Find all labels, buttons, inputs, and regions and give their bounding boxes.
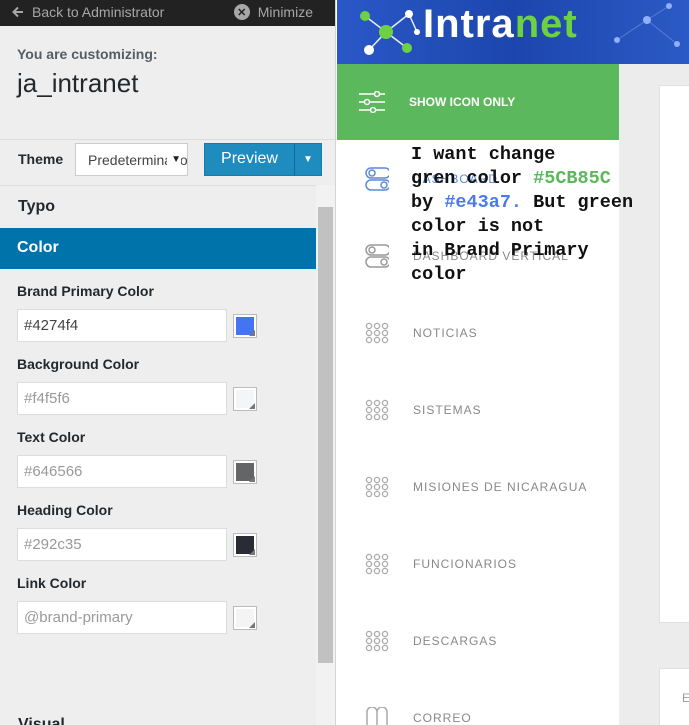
- nav-label: DESCARGAS: [413, 633, 498, 648]
- content-card-bottom: E: [659, 668, 689, 725]
- customizer-sections: Typo Color Brand Primary Color #4274f4 B…: [0, 185, 316, 725]
- minimize-button[interactable]: ✕ Minimize: [233, 4, 313, 20]
- customizer-topbar: Back to Administrator ✕ Minimize: [0, 0, 335, 26]
- nav-item-correo[interactable]: CORREO: [337, 679, 619, 725]
- field-label: Heading Color: [17, 502, 113, 518]
- theme-label: Theme: [18, 151, 64, 167]
- text-color-field: Text Color #646566: [0, 429, 316, 488]
- customizing-label: You are customizing:: [17, 46, 158, 62]
- scrollbar-track[interactable]: [316, 185, 335, 725]
- network-molecule-icon: [360, 10, 420, 55]
- preview-button-group: Preview ▼: [204, 142, 322, 176]
- note-line: by: [411, 192, 445, 213]
- color-swatch-button[interactable]: [233, 532, 257, 557]
- grid-icon: [365, 553, 389, 575]
- nav-label: SISTEMAS: [413, 402, 482, 417]
- color-swatch-button[interactable]: [233, 386, 257, 411]
- card-letter: E: [682, 691, 689, 705]
- nav-item-noticias[interactable]: NOTICIAS: [337, 294, 619, 371]
- nav-item-sistemas[interactable]: SISTEMAS: [337, 371, 619, 448]
- book-icon: [365, 706, 389, 725]
- site-banner: Intranet: [337, 0, 689, 64]
- swatch-corner-icon: [249, 402, 255, 409]
- logo-part-a: Intra: [423, 2, 515, 46]
- caret-down-icon: ▼: [303, 153, 313, 165]
- nav-item-misiones[interactable]: MISIONES DE NICARAGUA: [337, 448, 619, 525]
- preview-button[interactable]: Preview: [205, 144, 294, 175]
- network-decoration-icon: [614, 3, 680, 47]
- note-line: in Brand Primary: [411, 240, 589, 261]
- preview-dropdown-toggle[interactable]: ▼: [294, 143, 321, 175]
- show-icon-only-toggle[interactable]: SHOW ICON ONLY: [337, 64, 619, 140]
- nav-label: NOTICIAS: [413, 325, 478, 340]
- color-swatch-button[interactable]: [233, 313, 257, 338]
- section-typo[interactable]: Typo: [0, 186, 316, 228]
- scrollbar-thumb[interactable]: [318, 207, 333, 663]
- grid-icon: [365, 399, 389, 421]
- field-label: Brand Primary Color: [17, 283, 154, 299]
- customizer-panel: Back to Administrator ✕ Minimize You are…: [0, 0, 336, 725]
- link-color-input[interactable]: @brand-primary: [17, 601, 227, 634]
- note-green-code: #5CB85C: [533, 168, 611, 189]
- brand-primary-color-input[interactable]: #4274f4: [17, 309, 227, 342]
- heading-color-field: Heading Color #292c35: [0, 502, 316, 561]
- caret-down-icon: ▼: [167, 153, 181, 165]
- swatch-corner-icon: [249, 475, 255, 482]
- theme-row: Theme Predeterminado ▼ Preview ▼: [0, 133, 336, 185]
- nav-item-descargas[interactable]: DESCARGAS: [337, 602, 619, 679]
- background-color-input[interactable]: #f4f5f6: [17, 382, 227, 415]
- annotation-note: I want change gren color #5CB85C by #e43…: [411, 143, 633, 287]
- logo-part-b: net: [514, 2, 578, 46]
- field-label: Background Color: [17, 356, 140, 372]
- arrow-left-icon: [12, 6, 23, 18]
- nav-label: MISIONES DE NICARAGUA: [413, 479, 588, 494]
- note-line: I want change: [411, 144, 556, 165]
- heading-color-input[interactable]: #292c35: [17, 528, 227, 561]
- link-color-field: Link Color @brand-primary: [0, 575, 316, 634]
- close-circle-icon: ✕: [233, 4, 250, 20]
- nav-label: CORREO: [413, 710, 472, 725]
- grid-icon: [365, 476, 389, 498]
- background-color-field: Background Color #f4f5f6: [0, 356, 316, 415]
- color-swatch-button[interactable]: [233, 605, 257, 630]
- content-card: [659, 85, 689, 623]
- site-name: ja_intranet: [17, 68, 139, 98]
- note-line: But green: [522, 192, 634, 213]
- note-line: color: [411, 264, 467, 285]
- back-to-admin-link[interactable]: Back to Administrator: [12, 4, 164, 20]
- field-label: Link Color: [17, 575, 87, 591]
- customizer-header: You are customizing: ja_intranet: [0, 26, 335, 140]
- swatch-corner-icon: [249, 329, 255, 336]
- site-preview: Intranet SHOW ICON ONLY DASHBOARD DASHBO…: [337, 0, 689, 725]
- nav-label: FUNCIONARIOS: [413, 556, 518, 571]
- note-line: gren color: [411, 168, 534, 189]
- swatch-corner-icon: [249, 548, 255, 555]
- field-label: Text Color: [17, 429, 86, 445]
- site-logo[interactable]: Intranet: [423, 2, 578, 47]
- brand-primary-color-field: Brand Primary Color #4274f4: [0, 283, 316, 342]
- note-line: color is not: [411, 216, 545, 237]
- note-pink-code: #e43a7.: [444, 192, 523, 213]
- toggle-icon: [365, 166, 389, 191]
- section-color[interactable]: Color: [0, 228, 316, 269]
- theme-select[interactable]: Predeterminado ▼: [75, 142, 188, 176]
- back-label: Back to Administrator: [32, 4, 165, 20]
- toggle-icon: [365, 243, 389, 268]
- grid-icon: [365, 630, 389, 652]
- color-swatch-button[interactable]: [233, 459, 257, 484]
- swatch-corner-icon: [249, 621, 255, 628]
- grid-icon: [365, 322, 389, 344]
- sliders-icon: [359, 91, 385, 113]
- nav-item-funcionarios[interactable]: FUNCIONARIOS: [337, 525, 619, 602]
- text-color-input[interactable]: #646566: [17, 455, 227, 488]
- minimize-label: Minimize: [257, 4, 313, 20]
- section-visual[interactable]: Visual: [0, 714, 316, 725]
- show-icon-only-label: SHOW ICON ONLY: [409, 95, 516, 109]
